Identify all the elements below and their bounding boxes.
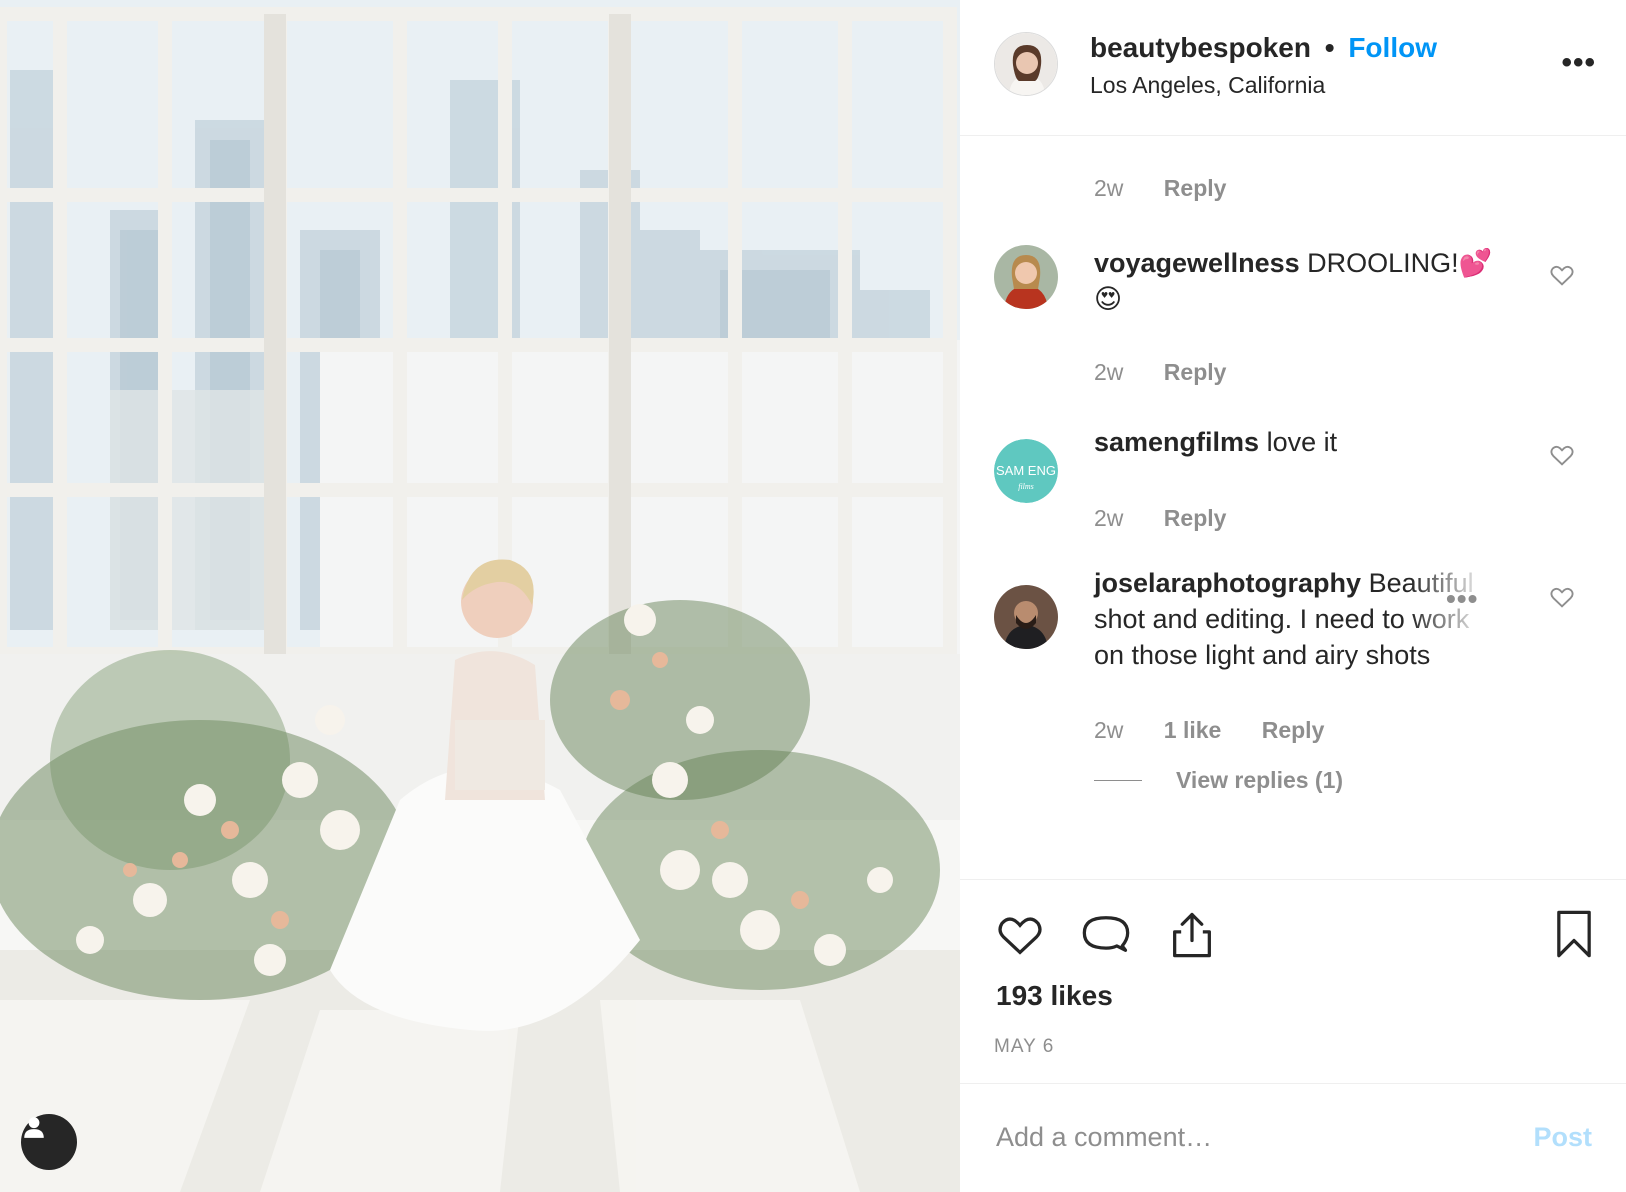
avatar-badge-sub: films xyxy=(1018,482,1034,491)
comment-bubble-icon[interactable] xyxy=(1080,908,1132,960)
view-replies-label: View replies (1) xyxy=(1176,767,1344,793)
post-side-panel: beautybespoken • Follow Los Angeles, Cal… xyxy=(960,0,1626,1192)
commenter-avatar[interactable] xyxy=(994,585,1058,649)
comment-meta: 2w Reply xyxy=(1094,505,1260,532)
post-location[interactable]: Los Angeles, California xyxy=(1090,72,1325,99)
comment-meta: 2w 1 like Reply xyxy=(1094,717,1358,744)
comment-time[interactable]: 2w xyxy=(1094,359,1123,385)
reply-button[interactable]: Reply xyxy=(1164,359,1227,385)
commenter-avatar[interactable]: SAM ENG films xyxy=(994,439,1058,503)
post-header: beautybespoken • Follow Los Angeles, Cal… xyxy=(960,0,1626,136)
more-options-button[interactable]: ••• xyxy=(1561,48,1596,78)
comment-heart-icon[interactable] xyxy=(1548,261,1576,289)
separator-dot: • xyxy=(1324,32,1335,63)
owner-avatar-image xyxy=(995,33,1057,95)
commenter-avatar-image: SAM ENG films xyxy=(994,439,1058,503)
comment-time[interactable]: 2w xyxy=(1094,717,1123,743)
owner-avatar[interactable] xyxy=(994,32,1058,96)
comment-heart-icon[interactable] xyxy=(1548,441,1576,469)
reply-button[interactable]: Reply xyxy=(1164,505,1227,531)
comment-time[interactable]: 2w xyxy=(1094,175,1123,201)
owner-username[interactable]: beautybespoken xyxy=(1090,32,1311,63)
comment-time[interactable]: 2w xyxy=(1094,505,1123,531)
commenter-avatar[interactable] xyxy=(994,245,1058,309)
comment-likes[interactable]: 1 like xyxy=(1164,717,1222,743)
follow-button[interactable]: Follow xyxy=(1348,32,1437,63)
post-date[interactable]: MAY 6 xyxy=(994,1036,1054,1058)
commenter-avatar-image xyxy=(994,585,1058,649)
reply-button[interactable]: Reply xyxy=(1164,175,1227,201)
photo-illustration xyxy=(0,0,960,1192)
comment-text: voyagewellness DROOLING!💕 😍 xyxy=(1094,245,1504,317)
comment-input[interactable] xyxy=(996,1112,1476,1162)
comment-heart-icon[interactable] xyxy=(1548,583,1576,611)
comments-list[interactable]: 2w Reply voyagewellness DROOLING!💕 😍 2w … xyxy=(960,137,1626,879)
comment-meta: 2w Reply xyxy=(1094,359,1260,386)
commenter-avatar-image xyxy=(994,245,1058,309)
comment-username[interactable]: joselaraphotography xyxy=(1094,568,1361,598)
comment-username[interactable]: voyagewellness xyxy=(1094,248,1300,278)
post-actions: 193 likes MAY 6 xyxy=(960,879,1626,1084)
avatar-badge-text: SAM ENG xyxy=(996,463,1056,478)
bookmark-icon[interactable] xyxy=(1548,908,1600,960)
prev-comment-meta: 2w Reply xyxy=(1094,175,1260,202)
person-icon xyxy=(24,1117,44,1138)
view-replies-button[interactable]: View replies (1) xyxy=(1094,767,1343,794)
reply-button[interactable]: Reply xyxy=(1262,717,1325,743)
post-comment-button[interactable]: Post xyxy=(1533,1122,1592,1153)
comment-text: samengfilms love it xyxy=(1094,424,1504,460)
owner-line: beautybespoken • Follow xyxy=(1090,32,1437,64)
comment-username[interactable]: samengfilms xyxy=(1094,427,1259,457)
user-tag-button[interactable] xyxy=(21,1114,77,1170)
post-photo[interactable] xyxy=(0,0,960,1192)
likes-count[interactable]: 193 likes xyxy=(996,980,1113,1012)
share-icon[interactable] xyxy=(1166,908,1218,960)
heart-icon[interactable] xyxy=(994,908,1046,960)
comment-options-button[interactable]: ••• xyxy=(1446,583,1478,615)
comment-body: love it xyxy=(1266,427,1338,457)
replies-divider xyxy=(1094,780,1142,781)
comment-composer: Post xyxy=(960,1083,1626,1192)
